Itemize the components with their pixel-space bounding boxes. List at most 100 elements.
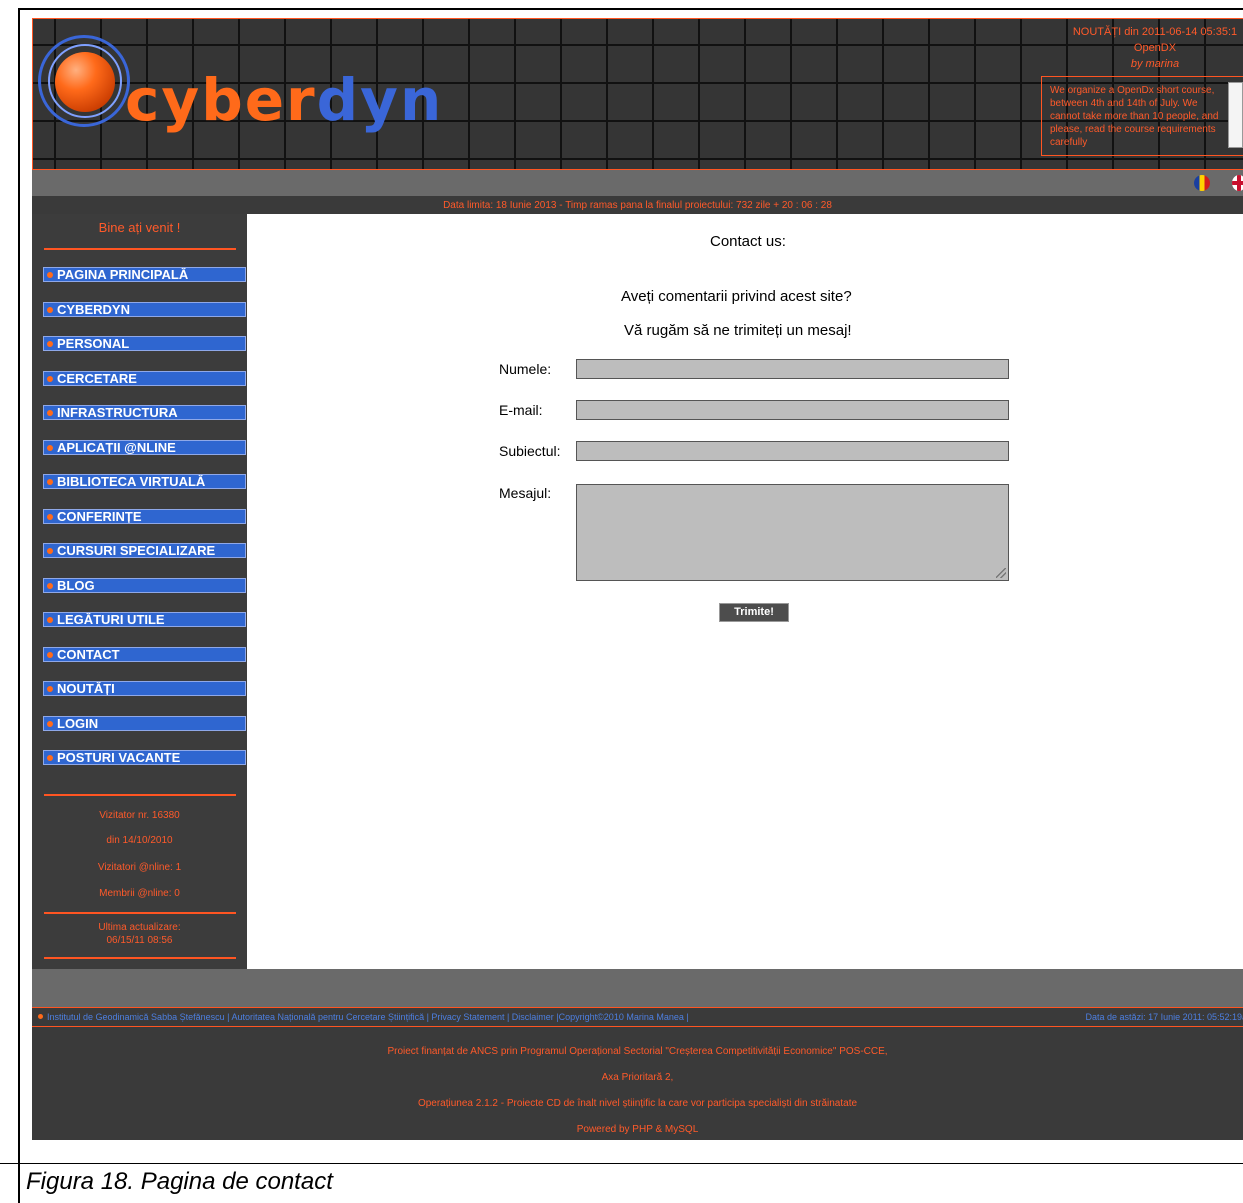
logo-text: cyberdyn: [125, 68, 443, 132]
message-textarea[interactable]: [576, 484, 1009, 581]
main-content: Contact us: Aveți comentarii privind ace…: [247, 214, 1243, 969]
logo-orange-ball-icon: [55, 52, 115, 112]
menu-item-label: PAGINA PRINCIPALĂ: [57, 267, 189, 282]
subject-label: Subiectul:: [499, 443, 561, 459]
bullet-icon: [38, 1014, 43, 1019]
menu-item-label: BLOG: [57, 578, 95, 593]
divider: [44, 912, 236, 914]
bullet-icon: [47, 341, 53, 347]
news-topic[interactable]: OpenDX: [1060, 40, 1243, 56]
footer-links: Institutul de Geodinamică Sabba Ștefănes…: [32, 1007, 1243, 1027]
footer-axis: Axa Prioritară 2,: [601, 1072, 674, 1083]
footer-link-disclaimer[interactable]: Disclaimer: [512, 1012, 554, 1022]
name-field[interactable]: [576, 359, 1009, 379]
menu-item-biblioteca-virtuala[interactable]: BIBLIOTECA VIRTUALĂ: [43, 474, 246, 489]
news-body: We organize a OpenDx short course, betwe…: [1050, 85, 1219, 148]
menu-item-conferinte[interactable]: CONFERINȚE: [43, 509, 246, 524]
footer-link-institut[interactable]: Institutul de Geodinamică Sabba Ștefănes…: [47, 1012, 225, 1022]
email-field[interactable]: [576, 400, 1009, 420]
footer-funding: Proiect finanțat de ANCS prin Programul …: [387, 1046, 888, 1057]
footer-link-privacy[interactable]: Privacy Statement: [431, 1012, 504, 1022]
resize-handle-icon[interactable]: [996, 568, 1006, 578]
bullet-icon: [47, 686, 53, 692]
menu-item-aplicatii-online[interactable]: APLICAȚII @NLINE: [43, 440, 246, 455]
english-flag-icon[interactable]: [1232, 175, 1243, 191]
bullet-icon: [47, 272, 53, 278]
menu-item-posturi-vacante[interactable]: POSTURI VACANTE: [43, 750, 246, 765]
logo-text-dyn: dyn: [316, 66, 444, 134]
bullet-icon: [47, 583, 53, 589]
footer-bar: [32, 989, 1243, 1007]
footer-link-ancs[interactable]: Autoritatea Națională pentru Cercetare Ș…: [231, 1012, 424, 1022]
online-members: Membrii @nline: 0: [99, 888, 180, 899]
bullet-icon: [47, 755, 53, 761]
today-date: Data de astăzi: 17 Iunie 2011: 05:52:19a: [1085, 1012, 1243, 1022]
deadline-countdown: Data limita: 18 Iunie 2013 - Timp ramas …: [32, 196, 1243, 214]
bullet-icon: [47, 548, 53, 554]
menu-item-label: LEGĂTURI UTILE: [57, 612, 165, 627]
romanian-flag-icon[interactable]: [1194, 175, 1210, 191]
menu-item-label: CERCETARE: [57, 371, 137, 386]
menu-item-login[interactable]: LOGIN: [43, 716, 246, 731]
footer-powered-by: Powered by PHP & MySQL: [576, 1124, 699, 1135]
menu-item-cercetare[interactable]: CERCETARE: [43, 371, 246, 386]
divider: [44, 794, 236, 796]
news-header: NOUTĂȚI din 2011-06-14 05:35:1 OpenDX by…: [1060, 24, 1243, 72]
footer-copyright: Copyright©2010 Marina Manea: [558, 1012, 684, 1022]
menu-item-infrastructura[interactable]: INFRASTRUCTURA: [43, 405, 246, 420]
menu-item-blog[interactable]: BLOG: [43, 578, 246, 593]
footer: Proiect finanțat de ANCS prin Programul …: [32, 1027, 1243, 1140]
online-visitors: Vizitatori @nline: 1: [97, 862, 182, 873]
menu-item-label: PERSONAL: [57, 336, 130, 351]
bullet-icon: [47, 721, 53, 727]
menu-item-label: APLICAȚII @NLINE: [57, 440, 176, 455]
menu-item-label: INFRASTRUCTURA: [57, 405, 178, 420]
bullet-icon: [47, 514, 53, 520]
last-update-label: Ultima actualizare:: [98, 922, 181, 933]
news-author: by marina: [1130, 58, 1180, 70]
logo-text-cyber: cyber: [125, 66, 317, 134]
bullet-icon: [47, 376, 53, 382]
menu-item-label: CONFERINȚE: [57, 509, 142, 524]
bullet-icon: [47, 307, 53, 313]
menu-item-pagina-principala[interactable]: PAGINA PRINCIPALĂ: [43, 267, 246, 282]
menu-item-label: CONTACT: [57, 647, 120, 662]
news-box[interactable]: We organize a OpenDx short course, betwe…: [1041, 76, 1243, 156]
menu-item-label: LOGIN: [57, 716, 99, 731]
menu-item-cyberdyn[interactable]: CYBERDYN: [43, 302, 246, 317]
bullet-icon: [47, 479, 53, 485]
name-label: Numele:: [499, 361, 552, 377]
menu-item-legaturi-utile[interactable]: LEGĂTURI UTILE: [43, 612, 246, 627]
message-label: Mesajul:: [499, 485, 552, 501]
welcome-text: Bine ați venit !: [98, 220, 181, 235]
submit-button[interactable]: Trimite!: [719, 603, 789, 622]
menu-item-label: CURSURI SPECIALIZARE: [57, 543, 216, 558]
divider: [44, 957, 236, 959]
last-update-value: 06/15/11 08:56: [106, 935, 173, 946]
email-label: E-mail:: [499, 402, 543, 418]
bullet-icon: [47, 445, 53, 451]
visitor-count: Vizitator nr. 16380: [99, 810, 180, 821]
footer-bar: [32, 969, 1243, 989]
subject-field[interactable]: [576, 441, 1009, 461]
caption-divider: [0, 1163, 1243, 1164]
contact-request: Vă rugăm să ne trimiteți un mesaj!: [624, 322, 852, 339]
menu-item-label: CYBERDYN: [57, 302, 130, 317]
menu-item-label: POSTURI VACANTE: [57, 750, 181, 765]
menu-item-label: NOUTĂȚI: [57, 681, 115, 696]
page-title: Contact us:: [710, 233, 786, 250]
language-bar: [32, 170, 1243, 196]
menu-item-personal[interactable]: PERSONAL: [43, 336, 246, 351]
visitor-since: din 14/10/2010: [106, 835, 173, 846]
menu-item-cursuri-specializare[interactable]: CURSURI SPECIALIZARE: [43, 543, 246, 558]
menu-item-contact[interactable]: CONTACT: [43, 647, 246, 662]
menu-item-label: BIBLIOTECA VIRTUALĂ: [57, 474, 206, 489]
bullet-icon: [47, 652, 53, 658]
divider: [44, 248, 236, 250]
bullet-icon: [47, 617, 53, 623]
sidebar: Bine ați venit ! PAGINA PRINCIPALĂ CYBER…: [32, 214, 247, 969]
news-scrollbar[interactable]: [1228, 82, 1243, 148]
menu-item-noutati[interactable]: NOUTĂȚI: [43, 681, 246, 696]
bullet-icon: [47, 410, 53, 416]
contact-question: Aveți comentarii privind acest site?: [621, 288, 852, 305]
